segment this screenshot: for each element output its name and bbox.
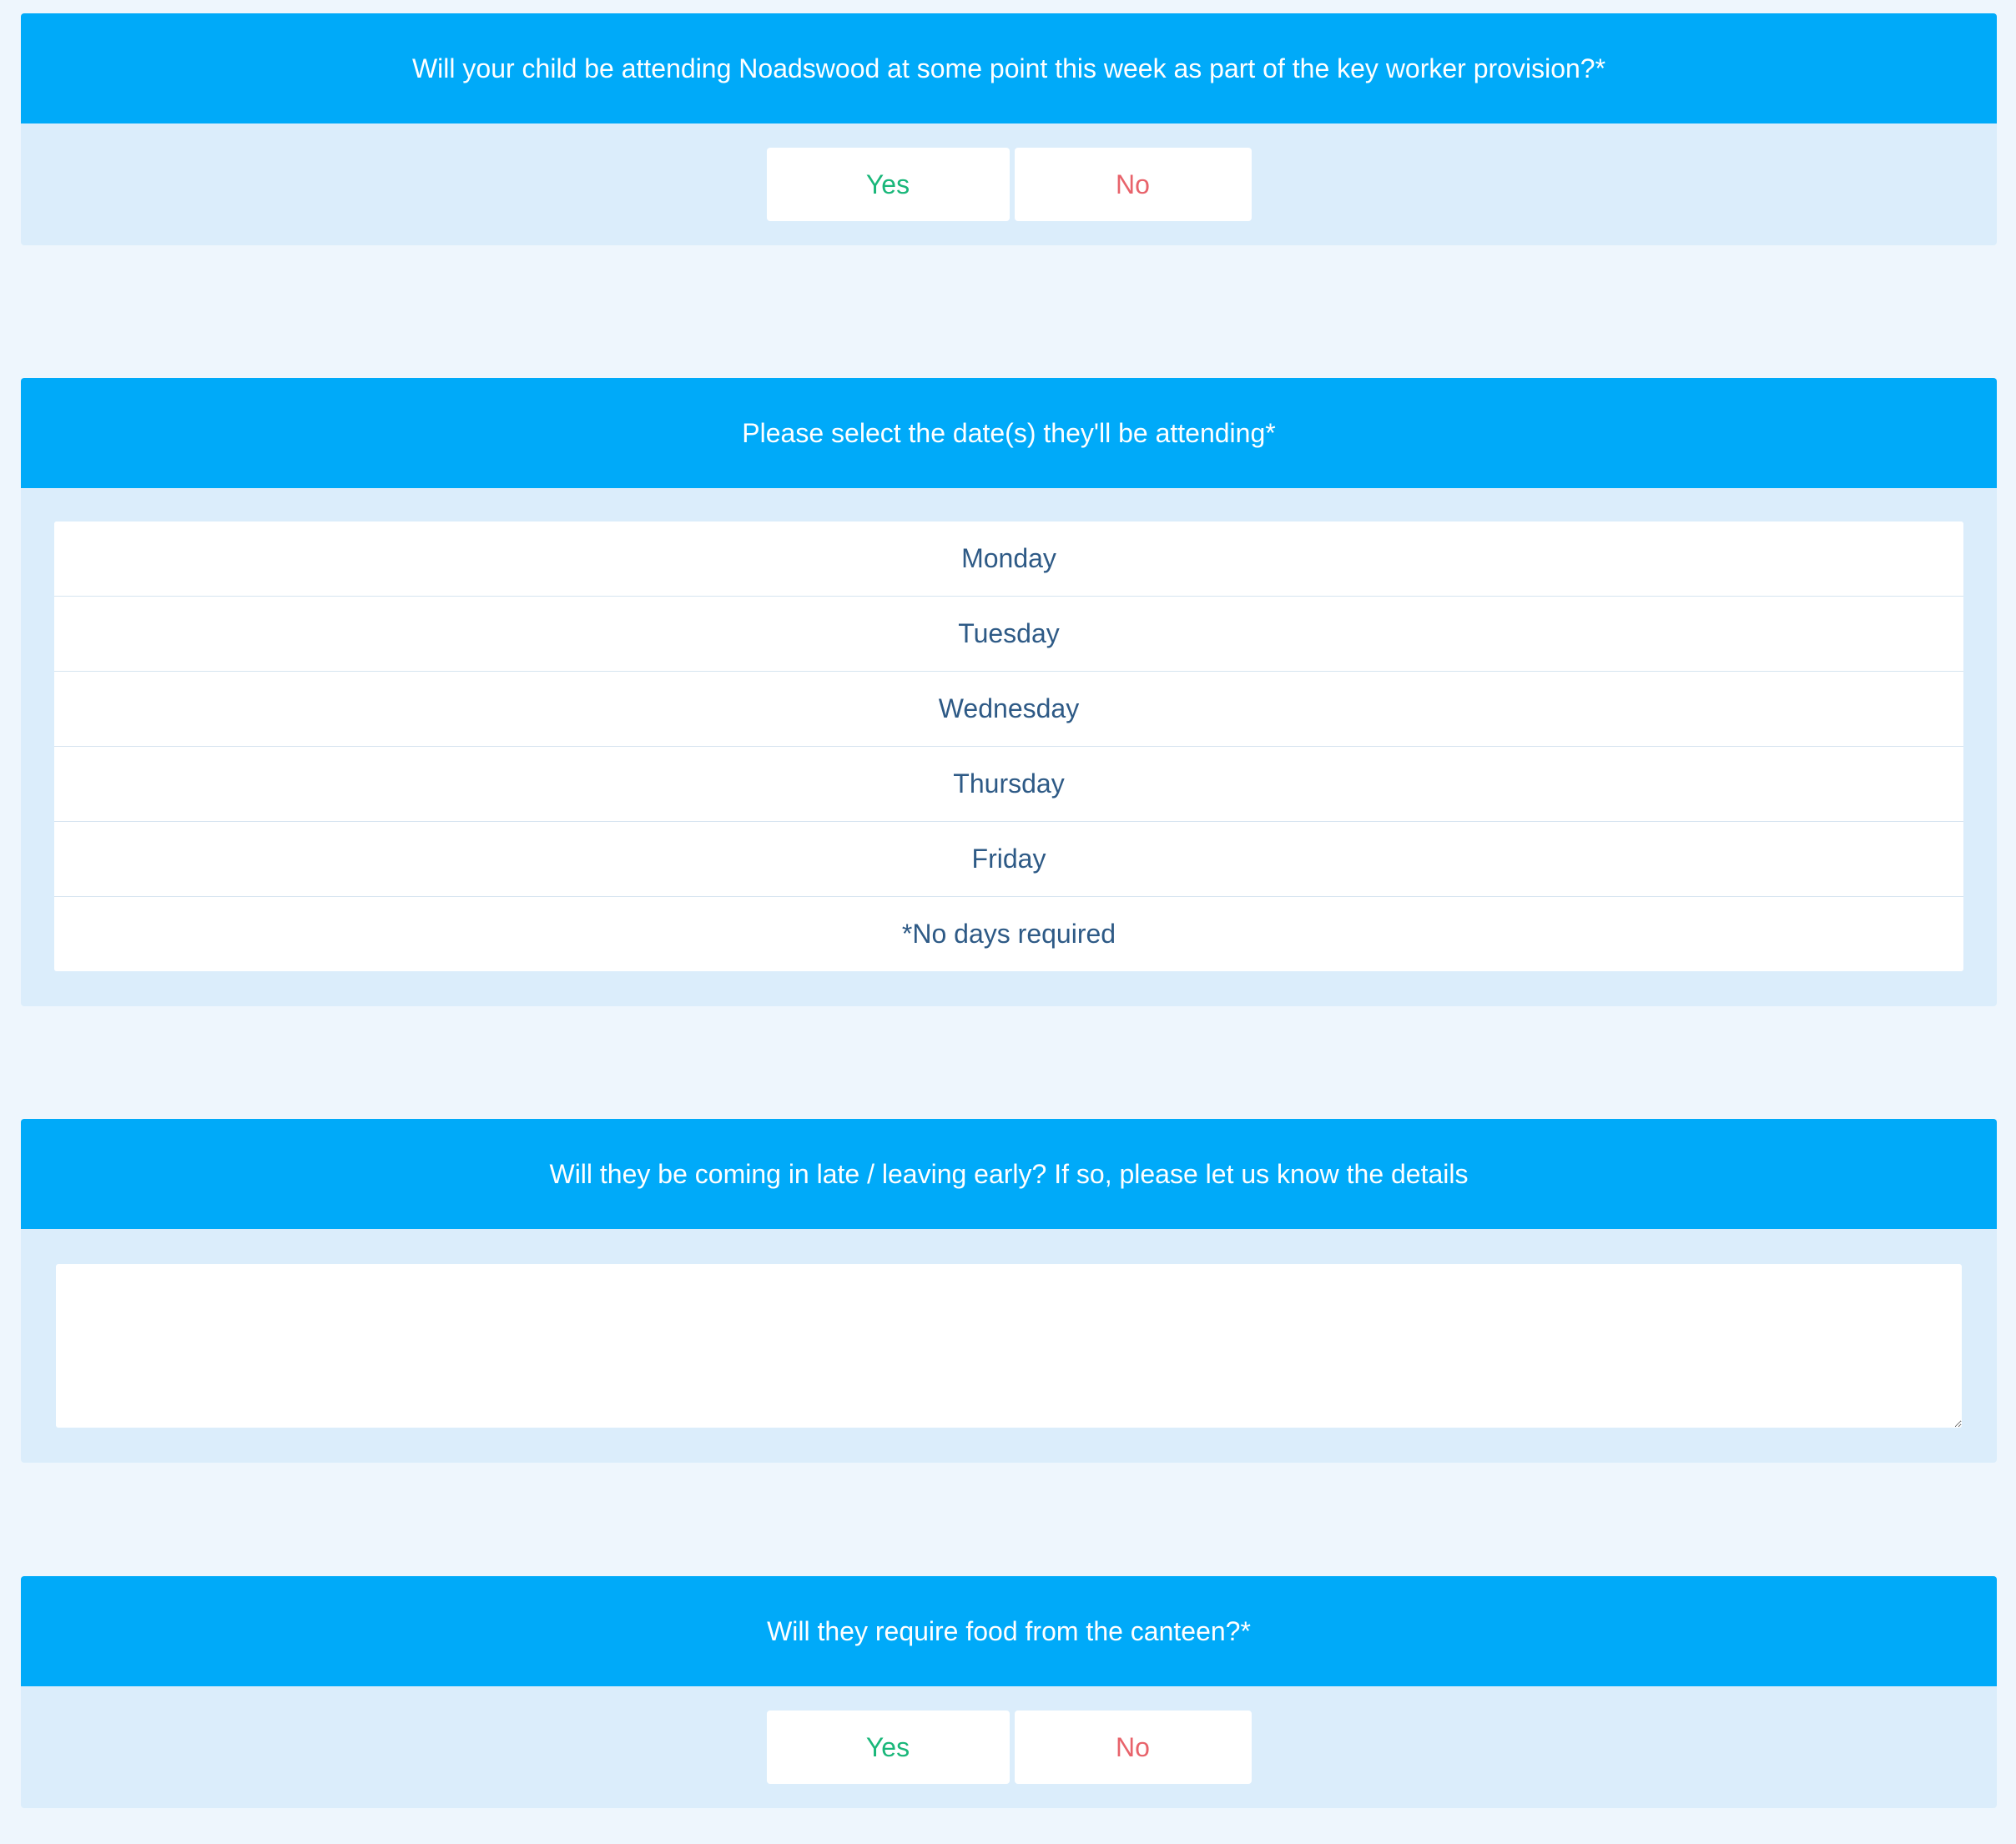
attending-question-title: Will your child be attending Noadswood a… <box>21 13 1997 123</box>
food-question-title: Will they require food from the canteen?… <box>21 1576 1997 1686</box>
food-no-button[interactable]: No <box>1014 1710 1252 1784</box>
day-option-thursday[interactable]: Thursday <box>54 746 1963 821</box>
attending-question-card: Will your child be attending Noadswood a… <box>21 13 1997 245</box>
late-early-details-textarea[interactable] <box>56 1264 1962 1428</box>
day-option-no-days[interactable]: *No days required <box>54 896 1963 971</box>
attending-yes-button[interactable]: Yes <box>766 148 1010 221</box>
late-early-question-card: Will they be coming in late / leaving ea… <box>21 1119 1997 1463</box>
details-textarea-wrapper <box>21 1229 1997 1463</box>
late-early-question-title: Will they be coming in late / leaving ea… <box>21 1119 1997 1229</box>
attending-no-button[interactable]: No <box>1014 148 1252 221</box>
attending-answer-row: Yes No <box>21 123 1997 245</box>
dates-question-title: Please select the date(s) they'll be att… <box>21 378 1997 488</box>
food-yes-button[interactable]: Yes <box>766 1710 1010 1784</box>
dates-question-card: Please select the date(s) they'll be att… <box>21 378 1997 1006</box>
day-option-tuesday[interactable]: Tuesday <box>54 596 1963 671</box>
food-answer-row: Yes No <box>21 1686 1997 1808</box>
day-option-monday[interactable]: Monday <box>54 521 1963 596</box>
day-option-friday[interactable]: Friday <box>54 821 1963 896</box>
food-question-card: Will they require food from the canteen?… <box>21 1576 1997 1808</box>
day-option-list: Monday Tuesday Wednesday Thursday Friday… <box>54 521 1963 971</box>
day-option-wednesday[interactable]: Wednesday <box>54 671 1963 746</box>
